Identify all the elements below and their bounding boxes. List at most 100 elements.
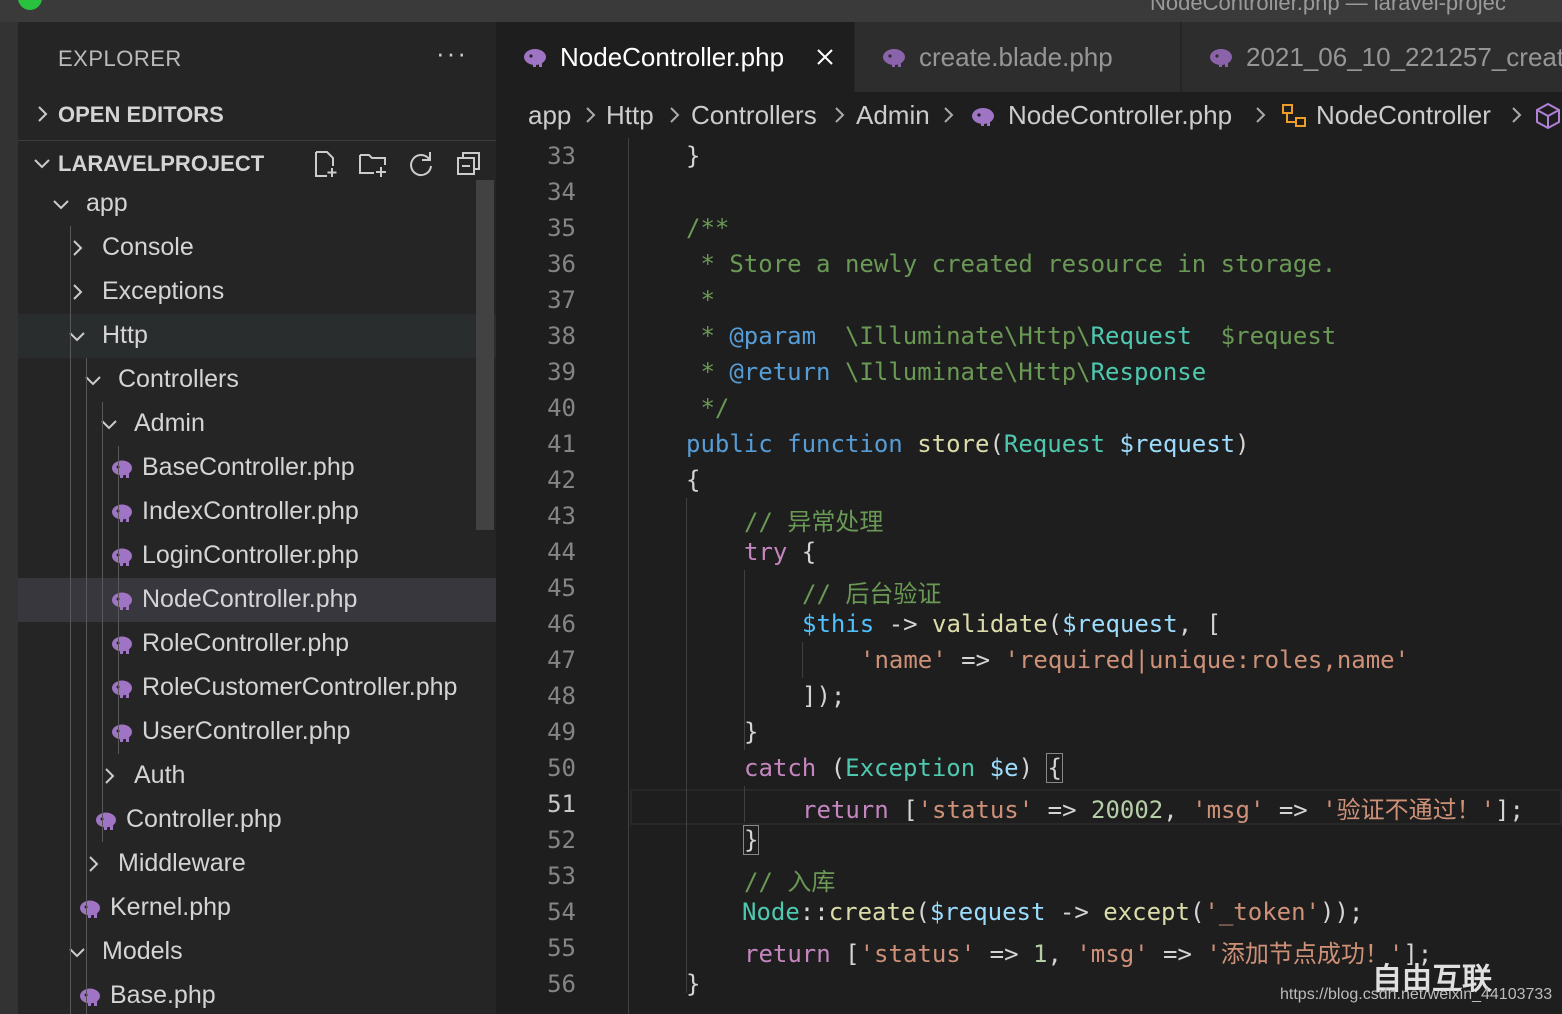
php-file-icon bbox=[80, 900, 100, 918]
open-editors-section[interactable]: OPEN EDITORS bbox=[18, 92, 496, 136]
tree-file-item[interactable]: NodeController.php bbox=[18, 578, 496, 622]
line-number: 53 bbox=[547, 862, 576, 890]
line-number: 48 bbox=[547, 682, 576, 710]
tree-item-label: Console bbox=[102, 233, 194, 261]
tree-folder-item[interactable]: Middleware bbox=[18, 842, 496, 886]
sidebar-scrollbar[interactable] bbox=[476, 180, 494, 530]
breadcrumb-item-admin[interactable]: Admin bbox=[856, 100, 930, 131]
tree-indent-guide bbox=[70, 226, 71, 1014]
line-number: 39 bbox=[547, 358, 576, 386]
code-line-50: catch (Exception $e) { bbox=[744, 753, 1063, 783]
breadcrumb-item-file[interactable]: NodeController.php bbox=[1008, 100, 1232, 131]
tree-folder-item[interactable]: Controllers bbox=[18, 358, 496, 402]
tree-folder-item[interactable]: Models bbox=[18, 930, 496, 974]
project-actions bbox=[308, 147, 486, 181]
code-editor[interactable]: 33 34 35 36 37 38 39 40 41 42 43 44 45 46 47 48 49 50 51 52… bbox=[496, 138, 1562, 1014]
tree-indent-guide bbox=[86, 358, 87, 1014]
breadcrumb-item-app[interactable]: app bbox=[528, 100, 571, 131]
line-number: 33 bbox=[547, 142, 576, 170]
code-line-45: // 后台验证 bbox=[802, 580, 942, 608]
line-number: 42 bbox=[547, 466, 576, 494]
tree-folder-item[interactable]: Http bbox=[18, 314, 496, 358]
tab-create-blade[interactable]: create.blade.php bbox=[855, 22, 1181, 92]
watermark-url: https://blog.csdn.net/weixin_44103733 bbox=[1280, 986, 1553, 1003]
new-file-icon[interactable] bbox=[308, 147, 342, 181]
code-line-52: } bbox=[742, 825, 760, 855]
tab-migration[interactable]: 2021_06_10_221257_creat bbox=[1182, 22, 1562, 92]
tree-folder-item[interactable]: Admin bbox=[18, 402, 496, 446]
indent-guide bbox=[802, 642, 803, 678]
tree-file-item[interactable]: Kernel.php bbox=[18, 886, 496, 930]
open-editors-label: OPEN EDITORS bbox=[58, 102, 224, 127]
explorer-more-button[interactable]: ··· bbox=[436, 38, 468, 69]
breadcrumb-item-http[interactable]: Http bbox=[606, 100, 654, 131]
tree-folder-item[interactable]: Exceptions bbox=[18, 270, 496, 314]
chevron-right-icon bbox=[1512, 107, 1522, 123]
php-file-icon bbox=[80, 988, 100, 1006]
collapse-all-icon[interactable] bbox=[452, 147, 486, 181]
php-file-icon bbox=[112, 548, 132, 566]
tree-file-item[interactable]: Controller.php bbox=[18, 798, 496, 842]
tree-folder-item[interactable]: Console bbox=[18, 226, 496, 270]
chevron-right-icon bbox=[1256, 107, 1266, 123]
tree-folder-item[interactable]: app bbox=[18, 182, 496, 226]
tree-file-item[interactable]: LoginController.php bbox=[18, 534, 496, 578]
code-line-40: */ bbox=[686, 394, 730, 422]
code-line-33: } bbox=[686, 142, 701, 170]
tree-item-label: UserController.php bbox=[142, 717, 351, 745]
tree-item-label: BaseController.php bbox=[142, 453, 355, 481]
chevron-right-icon bbox=[944, 107, 954, 123]
line-number: 46 bbox=[547, 610, 576, 638]
tree-file-item[interactable]: RoleCustomerController.php bbox=[18, 666, 496, 710]
window-zoom-button[interactable] bbox=[18, 0, 42, 10]
line-number: 35 bbox=[547, 214, 576, 242]
code-line-48: ]); bbox=[802, 682, 846, 710]
tree-item-label: Models bbox=[102, 937, 183, 965]
tree-item-label: Controllers bbox=[118, 365, 239, 393]
tree-folder-item[interactable]: Auth bbox=[18, 754, 496, 798]
tree-item-label: app bbox=[86, 189, 128, 217]
line-number: 56 bbox=[547, 970, 576, 998]
code-line-42: { bbox=[686, 466, 701, 494]
code-line-54: Node::create($request -> except('_token'… bbox=[742, 898, 1364, 926]
line-number: 51 bbox=[547, 790, 576, 818]
line-number: 55 bbox=[547, 934, 576, 962]
tree-item-label: Controller.php bbox=[126, 805, 282, 833]
code-line-49: } bbox=[744, 718, 759, 746]
line-number: 52 bbox=[547, 826, 576, 854]
chevron-down-icon bbox=[34, 159, 50, 169]
php-file-icon bbox=[96, 812, 116, 830]
line-number: 37 bbox=[547, 286, 576, 314]
tree-item-label: Exceptions bbox=[102, 277, 225, 305]
new-folder-icon[interactable] bbox=[356, 147, 390, 181]
tree-file-item[interactable]: UserController.php bbox=[18, 710, 496, 754]
tree-item-label: NodeController.php bbox=[142, 585, 358, 613]
refresh-icon[interactable] bbox=[404, 147, 438, 181]
tree-file-item[interactable]: Base.php bbox=[18, 974, 496, 1014]
editor-tabs: NodeController.php create.blade.php 2021… bbox=[496, 22, 1562, 92]
chevron-down-icon bbox=[53, 200, 69, 210]
code-line-44: try { bbox=[744, 538, 817, 566]
project-section[interactable]: LARAVELPROJECT bbox=[18, 140, 496, 184]
line-number: 49 bbox=[547, 718, 576, 746]
project-label: LARAVELPROJECT bbox=[58, 151, 265, 176]
breadcrumb: app Http Controllers Admin NodeControlle… bbox=[496, 92, 1562, 138]
tree-file-item[interactable]: BaseController.php bbox=[18, 446, 496, 490]
tree-file-item[interactable]: RoleController.php bbox=[18, 622, 496, 666]
tree-file-item[interactable]: IndexController.php bbox=[18, 490, 496, 534]
tab-nodecontroller[interactable]: NodeController.php bbox=[496, 22, 854, 92]
line-number: 44 bbox=[547, 538, 576, 566]
title-bar: NodeController.php — laravel-projec bbox=[0, 0, 1562, 22]
php-file-icon bbox=[883, 49, 905, 67]
tab-label: NodeController.php bbox=[560, 42, 785, 72]
line-number: 50 bbox=[547, 754, 576, 782]
line-number: 41 bbox=[547, 430, 576, 458]
tree-item-label: IndexController.php bbox=[142, 497, 359, 525]
method-cube-icon bbox=[1536, 102, 1560, 130]
close-icon[interactable] bbox=[814, 46, 836, 68]
tree-item-label: Kernel.php bbox=[110, 893, 231, 921]
breadcrumb-item-class[interactable]: NodeController bbox=[1316, 100, 1491, 131]
chevron-right-icon bbox=[38, 106, 48, 122]
breadcrumb-item-controllers[interactable]: Controllers bbox=[691, 100, 817, 131]
line-number: 38 bbox=[547, 322, 576, 350]
